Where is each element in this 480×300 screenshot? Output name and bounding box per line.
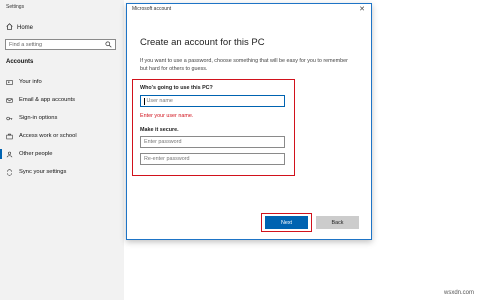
- reenter-password-input[interactable]: Re-enter password: [140, 153, 285, 165]
- sync-icon: [6, 168, 13, 176]
- accounts-section-title: Accounts: [6, 59, 34, 65]
- search-icon: [105, 41, 112, 50]
- key-icon: [6, 115, 13, 122]
- username-input[interactable]: User name: [140, 95, 285, 107]
- password-input[interactable]: Enter password: [140, 136, 285, 148]
- password-placeholder: Enter password: [144, 139, 182, 145]
- people-icon: [6, 151, 13, 158]
- microsoft-account-dialog: Microsoft account ✕ Create an account fo…: [126, 3, 372, 240]
- who-label: Who's going to use this PC?: [140, 85, 213, 91]
- nav-item-label: Email & app accounts: [19, 97, 76, 103]
- watermark-text: wsxdn.com: [443, 290, 474, 296]
- username-error-text: Enter your user name.: [140, 113, 194, 119]
- nav-item-other-people[interactable]: Other people: [0, 145, 124, 163]
- nav-item-label: Access work or school: [19, 133, 77, 139]
- nav-item-access-work-school[interactable]: Access work or school: [0, 127, 124, 145]
- dialog-description: If you want to use a password, choose so…: [140, 58, 348, 72]
- home-nav-item[interactable]: Home: [6, 23, 33, 32]
- mail-icon: [6, 97, 13, 104]
- dialog-title: Microsoft account: [132, 6, 172, 12]
- search-placeholder: Find a setting: [9, 41, 43, 48]
- briefcase-icon: [6, 133, 13, 140]
- next-button[interactable]: Next: [265, 216, 308, 229]
- home-label: Home: [17, 24, 34, 31]
- nav-item-label: Sync your settings: [19, 169, 67, 175]
- close-icon[interactable]: ✕: [359, 5, 365, 13]
- nav-item-label: Sign-in options: [19, 115, 58, 121]
- username-placeholder: User name: [146, 98, 173, 104]
- nav-item-label: Other people: [19, 151, 53, 157]
- dialog-heading: Create an account for this PC: [140, 37, 265, 48]
- nav-item-email-app-accounts[interactable]: Email & app accounts: [0, 91, 124, 109]
- make-secure-label: Make it secure.: [140, 127, 179, 133]
- settings-window-title: Settings: [6, 4, 25, 10]
- accounts-nav-list: Your info Email & app accounts Sign-in o…: [0, 73, 124, 181]
- home-icon: [6, 23, 13, 32]
- reenter-placeholder: Re-enter password: [144, 156, 190, 162]
- nav-item-label: Your info: [19, 79, 42, 85]
- find-setting-search-input[interactable]: Find a setting: [5, 39, 116, 50]
- back-button[interactable]: Back: [316, 216, 359, 229]
- settings-sidebar: Settings Home Find a setting Accounts Yo…: [0, 0, 124, 300]
- nav-item-sync-settings[interactable]: Sync your settings: [0, 163, 124, 181]
- person-card-icon: [6, 79, 13, 86]
- nav-item-your-info[interactable]: Your info: [0, 73, 124, 91]
- nav-item-sign-in-options[interactable]: Sign-in options: [0, 109, 124, 127]
